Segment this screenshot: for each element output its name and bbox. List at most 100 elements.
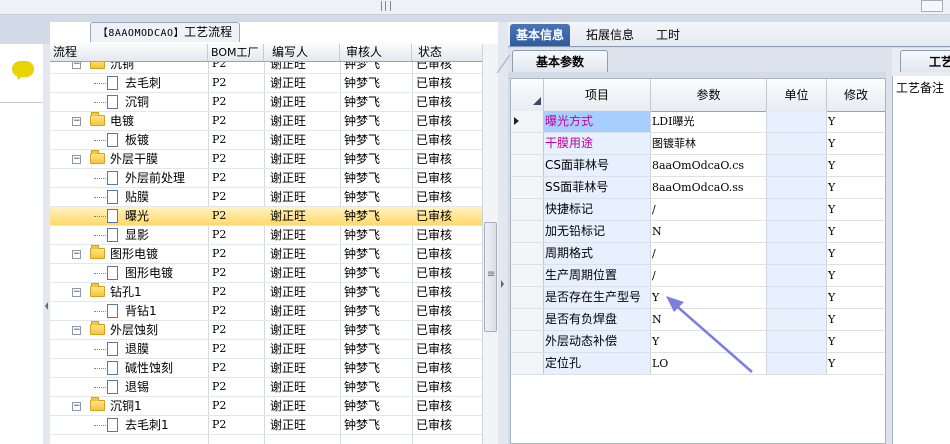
param-unit[interactable] [767,177,827,198]
tab-basic-info[interactable]: 基本信息 [510,24,571,46]
param-unit[interactable] [767,287,827,308]
collapse-node-icon[interactable]: − [72,117,81,126]
param-row[interactable]: 快捷标记 / Y [511,199,885,221]
param-unit[interactable] [767,309,827,330]
tab-extended-info[interactable]: 拓展信息 [580,24,640,46]
tree-header-bom[interactable]: BOM工厂 [208,44,264,61]
param-value-input[interactable]: / [651,265,767,286]
param-unit[interactable] [767,331,827,352]
param-value-input[interactable]: 图镀菲林 [651,133,767,154]
chat-bubble-icon[interactable] [12,61,34,77]
row-header[interactable] [511,331,544,352]
params-header-item[interactable]: 项目 [544,79,651,111]
param-modify-flag[interactable]: Y [827,243,885,264]
row-header[interactable] [511,265,544,286]
collapse-node-icon[interactable]: − [72,326,81,335]
collapse-left-icon[interactable] [45,302,48,310]
params-header-value[interactable]: 参数 [651,79,767,111]
row-header[interactable] [511,353,544,374]
middle-splitter[interactable] [498,22,508,444]
tree-row[interactable]: − 沉铜1 P2 谢正旺 钟梦飞 已审核 [50,397,482,416]
param-row[interactable]: 周期格式 / Y [511,243,885,265]
collapse-node-icon[interactable]: − [72,288,81,297]
tree-row[interactable]: 退锡 P2 谢正旺 钟梦飞 已审核 [50,378,482,397]
collapse-right-icon[interactable] [501,280,504,288]
param-modify-flag[interactable]: Y [827,309,885,330]
param-value-input[interactable]: / [651,243,767,264]
tree-header-reviewer[interactable]: 审核人 [340,44,412,61]
left-splitter[interactable] [43,44,50,444]
param-value-input[interactable]: 8aaOmOdcaO.ss [651,177,767,198]
row-header[interactable] [511,243,544,264]
param-modify-flag[interactable]: Y [827,111,885,132]
tree-row[interactable]: 外层前处理 P2 谢正旺 钟梦飞 已审核 [50,169,482,188]
tree-vertical-scrollbar[interactable] [482,44,499,444]
param-modify-flag[interactable]: Y [827,221,885,242]
collapse-node-icon[interactable]: − [72,62,81,69]
param-unit[interactable] [767,265,827,286]
param-row[interactable]: 生产周期位置 / Y [511,265,885,287]
param-modify-flag[interactable]: Y [827,265,885,286]
param-row[interactable]: 加无铅标记 N Y [511,221,885,243]
param-value-input[interactable]: N [651,221,767,242]
tree-header-writer[interactable]: 编写人 [264,44,340,61]
tree-row[interactable]: 碱性蚀刻 P2 谢正旺 钟梦飞 已审核 [50,359,482,378]
param-modify-flag[interactable]: Y [827,331,885,352]
param-row[interactable]: 曝光方式 LDI曝光 Y [511,111,885,133]
subtab-basic-params[interactable]: 基本参数 [512,50,608,72]
row-header[interactable] [511,111,544,132]
collapse-node-icon[interactable]: − [72,155,81,164]
tree-row[interactable]: 沉铜 P2 谢正旺 钟梦飞 已审核 [50,93,482,112]
row-header[interactable] [511,309,544,330]
param-modify-flag[interactable]: Y [827,199,885,220]
param-row[interactable]: SS面菲林号 8aaOmOdcaO.ss Y [511,177,885,199]
tree-row[interactable]: 图形电镀 P2 谢正旺 钟梦飞 已审核 [50,264,482,283]
param-modify-flag[interactable]: Y [827,155,885,176]
param-value-input[interactable]: / [651,199,767,220]
collapse-node-icon[interactable]: − [72,250,81,259]
tab-process-remarks[interactable]: 工艺 [900,50,950,72]
param-value-input[interactable]: 8aaOmOdcaO.cs [651,155,767,176]
tab-work-hours[interactable]: 工时 [650,24,686,46]
tree-header-status[interactable]: 状态 [412,44,482,61]
tree-row[interactable]: − 外层蚀刻 P2 谢正旺 钟梦飞 已审核 [50,321,482,340]
tree-row[interactable]: 贴膜 P2 谢正旺 钟梦飞 已审核 [50,188,482,207]
param-unit[interactable] [767,133,827,154]
row-header[interactable] [511,133,544,154]
param-unit[interactable] [767,111,827,132]
tree-row[interactable]: 去毛刺1 P2 谢正旺 钟梦飞 已审核 [50,416,482,435]
tree-scroll-thumb[interactable] [484,222,497,332]
tree-row[interactable]: − 沉铜 P2 谢正旺 钟梦飞 已审核 [50,62,482,74]
tree-row[interactable]: − 图形电镀 P2 谢正旺 钟梦飞 已审核 [50,245,482,264]
row-header[interactable] [511,199,544,220]
param-row[interactable]: 干膜用途 图镀菲林 Y [511,133,885,155]
row-header[interactable] [511,287,544,308]
param-unit[interactable] [767,155,827,176]
tree-row[interactable]: − 外层干膜 P2 谢正旺 钟梦飞 已审核 [50,150,482,169]
param-value-input[interactable]: LDI曝光 [651,111,767,132]
row-header[interactable] [511,155,544,176]
tree-row[interactable]: 背钻1 P2 谢正旺 钟梦飞 已审核 [50,302,482,321]
param-modify-flag[interactable]: Y [827,177,885,198]
row-header[interactable] [511,177,544,198]
param-unit[interactable] [767,353,827,374]
tree-row[interactable]: 退膜 P2 谢正旺 钟梦飞 已审核 [50,340,482,359]
param-unit[interactable] [767,221,827,242]
param-modify-flag[interactable]: Y [827,133,885,154]
tree-row[interactable]: − 钻孔1 P2 谢正旺 钟梦飞 已审核 [50,283,482,302]
params-header-unit[interactable]: 单位 [767,79,827,111]
tree-row[interactable]: 板镀 P2 谢正旺 钟梦飞 已审核 [50,131,482,150]
param-unit[interactable] [767,243,827,264]
tree-row[interactable]: 曝光 P2 谢正旺 钟梦飞 已审核 [50,207,482,226]
toolbar-dropdown[interactable] [921,0,943,12]
collapse-node-icon[interactable]: − [72,402,81,411]
splitter-grip-icon[interactable] [381,1,391,11]
param-row[interactable]: CS面菲林号 8aaOmOdcaO.cs Y [511,155,885,177]
tree-row[interactable]: 去毛刺 P2 谢正旺 钟梦飞 已审核 [50,74,482,93]
param-modify-flag[interactable]: Y [827,353,885,374]
param-unit[interactable] [767,199,827,220]
param-modify-flag[interactable]: Y [827,287,885,308]
row-header[interactable] [511,221,544,242]
tree-header-flow[interactable]: 流程 [50,44,208,61]
tree-row[interactable]: − 电镀 P2 谢正旺 钟梦飞 已审核 [50,112,482,131]
